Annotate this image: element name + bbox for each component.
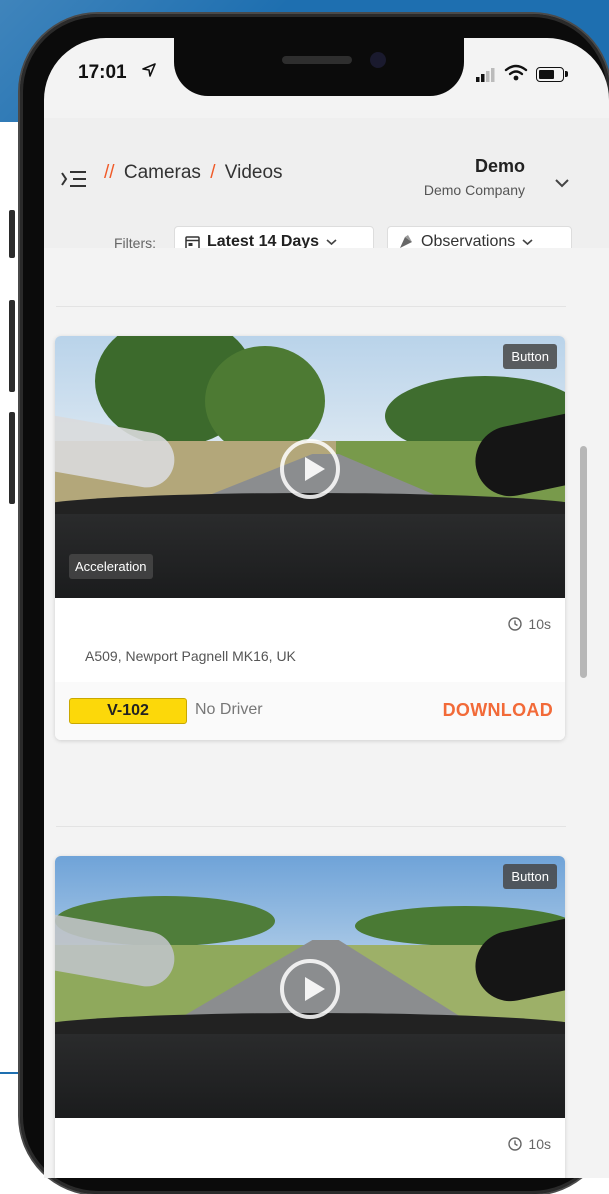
volume-down-button <box>9 412 15 504</box>
divider <box>56 306 566 307</box>
scene-dashboard <box>55 1034 565 1118</box>
trigger-tag: Button <box>503 864 557 889</box>
chevron-down-icon <box>326 239 337 246</box>
mute-switch <box>9 210 15 258</box>
video-thumbnail[interactable]: Button <box>55 856 565 1118</box>
breadcrumb-separator: / <box>210 162 216 183</box>
download-button[interactable]: DOWNLOAD <box>443 700 553 721</box>
video-card[interactable]: Button 10s <box>55 856 565 1178</box>
event-tag: Acceleration <box>69 554 153 579</box>
breadcrumb-videos: Videos <box>224 162 283 183</box>
user-name[interactable]: Demo <box>475 156 525 177</box>
earpiece-speaker <box>282 56 352 64</box>
volume-up-button <box>9 300 15 392</box>
battery-cap <box>565 71 568 77</box>
play-button[interactable] <box>280 439 340 499</box>
front-camera <box>370 52 386 68</box>
menu-expand-icon[interactable] <box>61 170 87 188</box>
video-thumbnail[interactable]: Button Acceleration <box>55 336 565 598</box>
duration: 10s <box>508 1136 551 1152</box>
chevron-down-icon[interactable] <box>554 178 570 188</box>
video-card-footer: V-102 No Driver DOWNLOAD <box>55 682 565 740</box>
clock-icon <box>508 617 523 631</box>
chevron-down-icon <box>522 239 533 246</box>
video-card[interactable]: Button Acceleration 10s A509, Newport Pa… <box>55 336 565 740</box>
duration-value: 10s <box>528 616 551 632</box>
status-time: 17:01 <box>78 62 127 83</box>
company-name[interactable]: Demo Company <box>424 182 525 198</box>
breadcrumb-prefix: // <box>104 162 115 183</box>
battery-icon <box>536 67 564 82</box>
driver-name: No Driver <box>195 701 263 718</box>
divider <box>56 826 566 827</box>
cellular-signal-icon <box>476 68 495 82</box>
video-info: 10s <box>55 1118 565 1178</box>
breadcrumb-cameras[interactable]: Cameras <box>124 162 201 183</box>
phone-screen: 17:01 // Cameras / Videos Demo Demo Comp… <box>44 38 609 1178</box>
phone-notch <box>174 38 464 96</box>
scrollbar[interactable] <box>580 446 587 678</box>
trigger-tag: Button <box>503 344 557 369</box>
vehicle-tag[interactable]: V-102 <box>69 698 187 724</box>
app-header: // Cameras / Videos Demo Demo Company Fi… <box>44 118 609 258</box>
play-button[interactable] <box>280 959 340 1019</box>
duration: 10s <box>508 616 551 632</box>
wifi-icon <box>504 64 528 81</box>
breadcrumb: // Cameras / Videos <box>104 162 283 184</box>
video-address: A509, Newport Pagnell MK16, UK <box>85 648 296 664</box>
clock-icon <box>508 1137 523 1151</box>
video-list: Button Acceleration 10s A509, Newport Pa… <box>44 248 609 1178</box>
location-arrow-icon <box>142 63 156 77</box>
video-info: 10s A509, Newport Pagnell MK16, UK <box>55 598 565 682</box>
duration-value: 10s <box>528 1136 551 1152</box>
